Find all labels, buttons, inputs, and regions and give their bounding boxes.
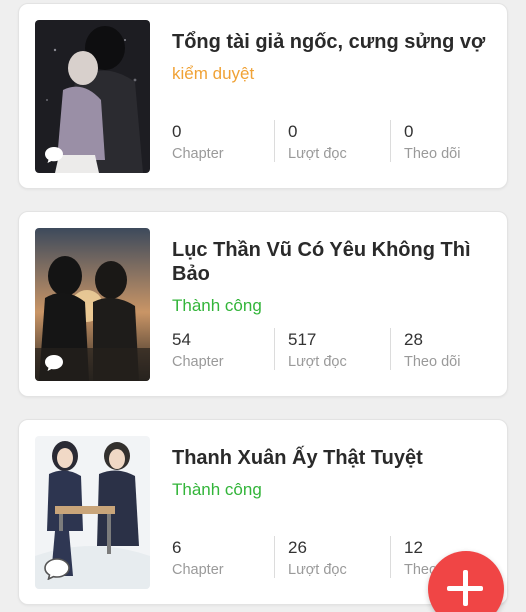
divider	[390, 536, 391, 578]
story-cover[interactable]	[35, 228, 150, 381]
stat-value: 0	[172, 122, 182, 141]
stat-reads: 517 Lượt đọc	[288, 328, 347, 370]
stat-value: 26	[288, 538, 307, 557]
stat-reads: 0 Lượt đọc	[288, 120, 347, 162]
stat-reads: 26 Lượt đọc	[288, 536, 347, 578]
stat-value: 517	[288, 330, 317, 349]
status-badge: Thành công	[172, 480, 262, 499]
story-stats: 54 Chapter 517 Lượt đọc 28 Theo dõi	[172, 328, 502, 370]
stat-chapters: 0 Chapter	[172, 120, 224, 162]
stat-value: 6	[172, 538, 182, 557]
stat-label: Lượt đọc	[288, 354, 347, 370]
story-card[interactable]: Tổng tài giả ngốc, cưng sửng vợ kiểm duy…	[18, 3, 508, 189]
stat-chapters: 6 Chapter	[172, 536, 224, 578]
stat-label: Chapter	[172, 562, 224, 578]
stat-label: Chapter	[172, 354, 224, 370]
stat-label: Chapter	[172, 146, 224, 162]
stat-value: 0	[288, 122, 298, 141]
stat-follows: 28 Theo dõi	[404, 328, 460, 370]
divider	[390, 328, 391, 370]
status-badge: kiểm duyệt	[172, 64, 255, 83]
stat-label: Theo dõi	[404, 354, 461, 370]
story-card[interactable]: Lục Thần Vũ Có Yêu Không Thì Bảo Thành c…	[18, 211, 508, 397]
story-title[interactable]: Tổng tài giả ngốc, cưng sửng vợ	[172, 30, 492, 54]
story-title[interactable]: Thanh Xuân Ấy Thật Tuyệt	[172, 446, 492, 470]
comment-icon	[45, 147, 63, 163]
divider	[274, 120, 275, 162]
comment-icon	[45, 355, 63, 371]
story-list: Tổng tài giả ngốc, cưng sửng vợ kiểm duy…	[0, 0, 526, 612]
story-cover[interactable]	[35, 20, 150, 173]
status-badge: Thành công	[172, 296, 262, 315]
stat-label: Lượt đọc	[288, 146, 347, 162]
stat-follows: 0 Theo dõi	[404, 120, 460, 162]
stat-value: 54	[172, 330, 191, 349]
stat-label: Lượt đọc	[288, 562, 347, 578]
divider	[390, 120, 391, 162]
stat-value: 0	[404, 122, 414, 141]
story-stats: 0 Chapter 0 Lượt đọc 0 Theo dõi	[172, 120, 502, 162]
divider	[274, 328, 275, 370]
story-cover[interactable]	[35, 436, 150, 589]
divider	[274, 536, 275, 578]
stat-value: 28	[404, 330, 423, 349]
comment-icon	[44, 558, 70, 580]
stat-label: Theo dõi	[404, 146, 461, 162]
story-title[interactable]: Lục Thần Vũ Có Yêu Không Thì Bảo	[172, 238, 492, 286]
stat-chapters: 54 Chapter	[172, 328, 224, 370]
